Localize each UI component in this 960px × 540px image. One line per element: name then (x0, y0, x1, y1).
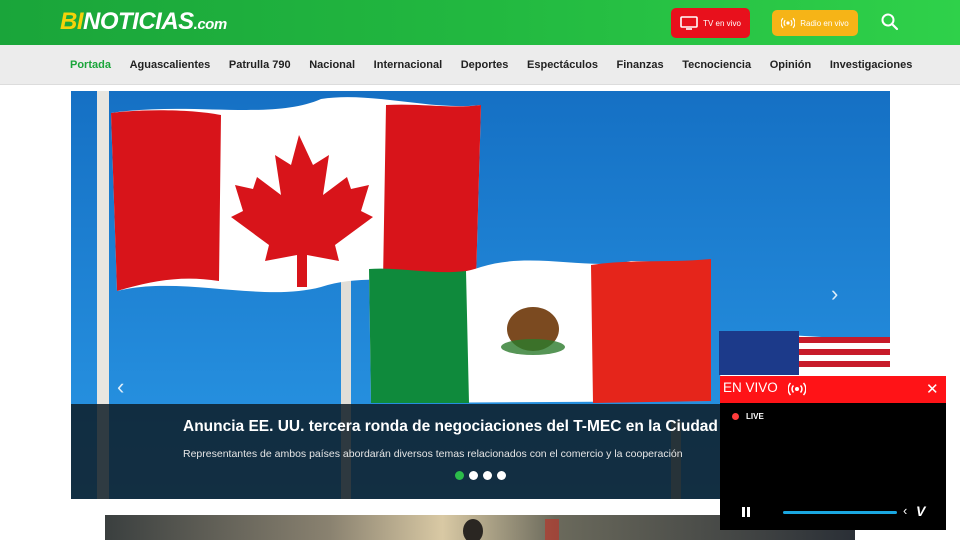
nav-item-aguascalientes[interactable]: Aguascalientes (122, 59, 219, 71)
slider-dots (455, 471, 506, 480)
logo-main: NOTICIAS (83, 8, 194, 35)
pause-icon[interactable] (741, 506, 751, 518)
nav-item-deportes[interactable]: Deportes (453, 59, 517, 71)
radio-en-vivo-button[interactable]: Radio en vivo (772, 10, 858, 36)
slider-next-arrow[interactable]: › (831, 281, 838, 307)
site-logo[interactable]: BINOTICIAS.com (60, 8, 227, 36)
video-progress-bar[interactable] (783, 511, 897, 514)
top-header: BINOTICIAS.com TV en vivo Radio en vivo (0, 0, 960, 45)
broadcast-icon (788, 382, 806, 396)
nav-item-espectaculos[interactable]: Espectáculos (519, 59, 606, 71)
chevron-left-icon[interactable]: ‹ (903, 503, 907, 518)
live-video-player[interactable]: EN VIVO ✕ LIVE ‹ V (720, 376, 946, 530)
nav-item-finanzas[interactable]: Finanzas (609, 59, 672, 71)
main-nav: Portada Aguascalientes Patrulla 790 Naci… (0, 45, 960, 85)
vimeo-icon[interactable]: V (916, 503, 925, 519)
live-indicator: LIVE (732, 412, 764, 421)
logo-bi: BI (60, 8, 84, 35)
tv-en-vivo-button[interactable]: TV en vivo (671, 8, 750, 38)
search-icon[interactable] (880, 12, 900, 32)
tv-label: TV en vivo (703, 18, 741, 28)
slider-prev-arrow[interactable]: ‹ (117, 374, 124, 400)
radio-broadcast-icon (781, 17, 796, 29)
hero-headline[interactable]: Anuncia EE. UU. tercera ronda de negocia… (183, 418, 740, 436)
slider-dot-2[interactable] (469, 471, 478, 480)
nav-item-nacional[interactable]: Nacional (301, 59, 363, 71)
tv-icon (680, 16, 698, 30)
slider-dot-4[interactable] (497, 471, 506, 480)
nav-item-internacional[interactable]: Internacional (366, 59, 450, 71)
close-icon[interactable]: ✕ (926, 380, 939, 398)
hero-summary: Representantes de ambos países abordarán… (183, 448, 683, 460)
nav-item-opinion[interactable]: Opinión (762, 59, 820, 71)
nav-item-portada[interactable]: Portada (62, 59, 119, 71)
nav-item-investigaciones[interactable]: Investigaciones (822, 59, 921, 71)
live-player-title: EN VIVO (723, 380, 778, 395)
nav-item-patrulla-790[interactable]: Patrulla 790 (221, 59, 299, 71)
live-player-header: EN VIVO ✕ (720, 376, 946, 403)
slider-dot-1[interactable] (455, 471, 464, 480)
slider-dot-3[interactable] (483, 471, 492, 480)
logo-com: .com (193, 16, 228, 33)
live-dot-icon (732, 413, 739, 420)
nav-list: Portada Aguascalientes Patrulla 790 Naci… (62, 45, 923, 85)
nav-item-tecnociencia[interactable]: Tecnociencia (674, 59, 759, 71)
live-label: LIVE (746, 412, 764, 421)
radio-label: Radio en vivo (800, 18, 849, 28)
